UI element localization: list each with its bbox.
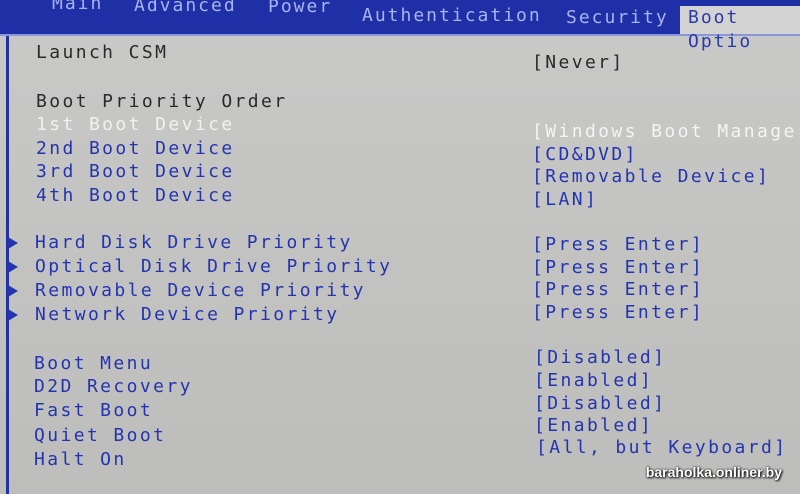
- hdd-priority-value[interactable]: [Press Enter]: [532, 234, 704, 255]
- launch-csm-label: Launch CSM: [36, 42, 169, 63]
- tab-power[interactable]: Power: [268, 0, 332, 25]
- boot-device-2-label: 2nd Boot Device: [36, 138, 235, 159]
- watermark: baraholka.onliner.by: [645, 464, 782, 480]
- boot-menu-label: Boot Menu: [34, 353, 154, 374]
- boot-device-4-label: 4th Boot Device: [36, 185, 235, 206]
- boot-device-1-value[interactable]: [Windows Boot Manager]: [532, 121, 800, 142]
- tab-security[interactable]: Security: [566, 6, 669, 36]
- boot-priority-heading: Boot Priority Order: [36, 91, 288, 112]
- boot-device-3-value[interactable]: [Removable Device]: [532, 166, 770, 187]
- quiet-boot-value[interactable]: [Enabled]: [534, 415, 653, 436]
- d2d-recovery-value[interactable]: [Enabled]: [534, 370, 653, 391]
- network-priority-value[interactable]: [Press Enter]: [532, 302, 704, 323]
- boot-device-2-value[interactable]: [CD&DVD]: [532, 144, 638, 165]
- hdd-priority-item[interactable]: Hard Disk Drive Priority: [35, 232, 353, 253]
- removable-priority-item[interactable]: Removable Device Priority: [35, 280, 366, 301]
- quiet-boot-label: Quiet Boot: [34, 425, 167, 446]
- tab-bar: Main Advanced Power Authentication Secur…: [0, 0, 800, 52]
- boot-device-1-label: 1st Boot Device: [36, 114, 235, 135]
- network-priority-item[interactable]: Network Device Priority: [35, 304, 339, 325]
- boot-menu-value[interactable]: [Disabled]: [534, 347, 666, 368]
- submenu-arrow-icon: [8, 309, 18, 321]
- boot-device-4-value[interactable]: [LAN]: [532, 189, 598, 210]
- odd-priority-value[interactable]: [Press Enter]: [532, 257, 704, 278]
- d2d-recovery-label: D2D Recovery: [34, 376, 193, 397]
- odd-priority-item[interactable]: Optical Disk Drive Priority: [35, 256, 392, 277]
- boot-device-3-label: 3rd Boot Device: [36, 161, 235, 182]
- tab-advanced[interactable]: Advanced: [134, 0, 237, 24]
- halt-on-label: Halt On: [34, 449, 127, 470]
- tab-authentication[interactable]: Authentication: [362, 4, 542, 34]
- fast-boot-value[interactable]: [Disabled]: [534, 393, 666, 414]
- submenu-arrow-icon: [8, 237, 18, 249]
- submenu-arrow-icon: [8, 285, 18, 297]
- tab-boot-options[interactable]: Boot Optio: [680, 6, 800, 52]
- removable-priority-value[interactable]: [Press Enter]: [532, 279, 704, 300]
- halt-on-value[interactable]: [All, but Keyboard]: [536, 437, 788, 458]
- launch-csm-value[interactable]: [Never]: [532, 52, 625, 73]
- tab-main[interactable]: Main: [52, 0, 103, 22]
- fast-boot-label: Fast Boot: [34, 400, 154, 421]
- submenu-arrow-icon: [8, 261, 18, 273]
